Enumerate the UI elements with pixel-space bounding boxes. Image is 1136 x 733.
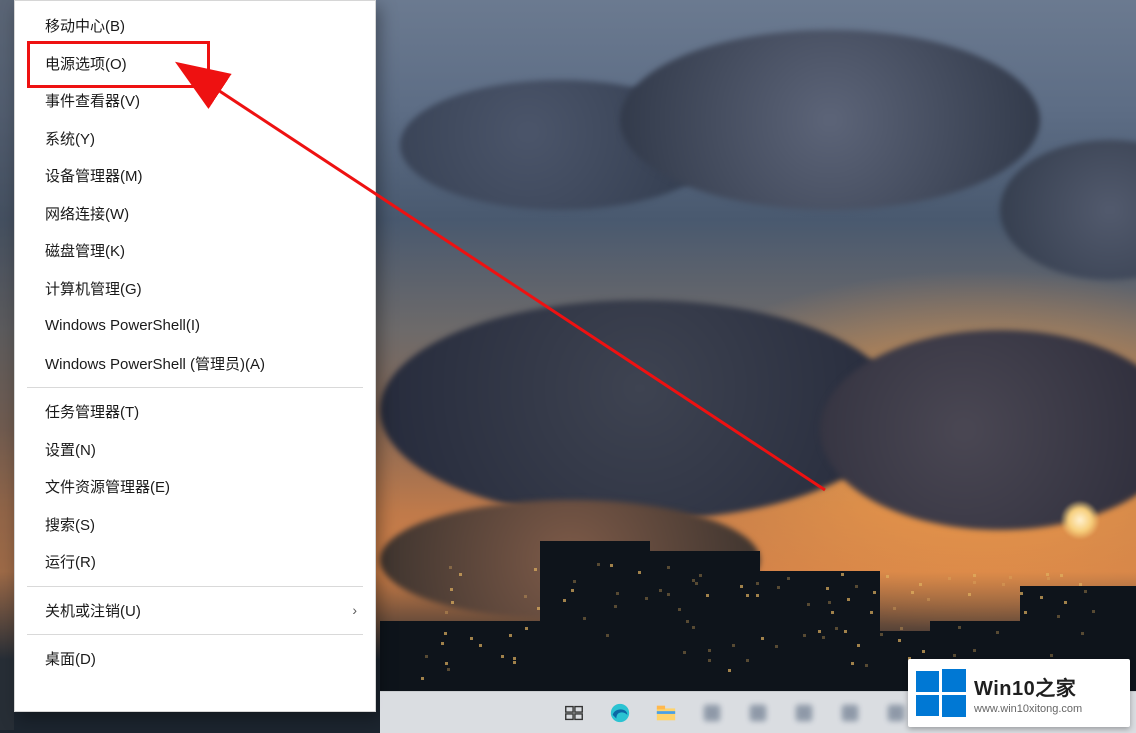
menu-item-power-options[interactable]: 电源选项(O) (15, 45, 375, 83)
sun (1060, 500, 1100, 540)
app-icon (839, 702, 861, 724)
menu-item-disk-management[interactable]: 磁盘管理(K) (15, 232, 375, 270)
menu-item-label: 运行(R) (45, 551, 96, 572)
taskbar-app-4[interactable] (698, 699, 726, 727)
menu-separator (27, 586, 363, 587)
menu-item-computer-management[interactable]: 计算机管理(G) (15, 270, 375, 308)
menu-item-label: 任务管理器(T) (45, 401, 139, 422)
menu-item-label: 设备管理器(M) (45, 165, 143, 186)
chevron-right-icon: › (352, 602, 357, 618)
menu-item-label: 设置(N) (45, 439, 96, 460)
windows-logo-icon (916, 669, 966, 717)
menu-item-label: 文件资源管理器(E) (45, 476, 170, 497)
taskbar-explorer[interactable] (652, 699, 680, 727)
menu-item-system[interactable]: 系统(Y) (15, 120, 375, 158)
cloud (380, 300, 900, 520)
menu-item-label: 桌面(D) (45, 648, 96, 669)
menu-separator (27, 634, 363, 635)
taskbar-app-7[interactable] (836, 699, 864, 727)
menu-item-label: 计算机管理(G) (45, 278, 142, 299)
menu-item-label: 移动中心(B) (45, 15, 125, 36)
edge-icon (609, 702, 631, 724)
menu-item-label: Windows PowerShell(I) (45, 317, 200, 334)
taskbar-task-view[interactable] (560, 699, 588, 727)
watermark-subtitle: www.win10xitong.com (974, 703, 1082, 715)
menu-item-label: 磁盘管理(K) (45, 240, 125, 261)
watermark-title: Win10之家 (974, 672, 1082, 701)
menu-item-label: 关机或注销(U) (45, 600, 141, 621)
menu-item-device-manager[interactable]: 设备管理器(M) (15, 157, 375, 195)
menu-item-label: 搜索(S) (45, 514, 95, 535)
cloud (1000, 140, 1136, 280)
taskbar-app-6[interactable] (790, 699, 818, 727)
app-icon (885, 702, 907, 724)
watermark-badge: Win10之家 www.win10xitong.com (908, 659, 1130, 727)
menu-item-powershell[interactable]: Windows PowerShell(I) (15, 307, 375, 345)
menu-item-network-connections[interactable]: 网络连接(W) (15, 195, 375, 233)
taskbar-app-8[interactable] (882, 699, 910, 727)
menu-item-label: 网络连接(W) (45, 203, 129, 224)
task-view-icon (563, 702, 585, 724)
menu-item-run[interactable]: 运行(R) (15, 543, 375, 581)
app-icon (701, 702, 723, 724)
menu-item-event-viewer[interactable]: 事件查看器(V) (15, 82, 375, 120)
taskbar-app-5[interactable] (744, 699, 772, 727)
menu-item-label: 系统(Y) (45, 128, 95, 149)
app-icon (793, 702, 815, 724)
menu-item-task-manager[interactable]: 任务管理器(T) (15, 393, 375, 431)
menu-item-label: Windows PowerShell (管理员)(A) (45, 353, 265, 374)
menu-item-settings[interactable]: 设置(N) (15, 431, 375, 469)
taskbar-edge[interactable] (606, 699, 634, 727)
cloud (620, 30, 1040, 210)
menu-item-mobility-center[interactable]: 移动中心(B) (15, 7, 375, 45)
menu-item-desktop[interactable]: 桌面(D) (15, 640, 375, 678)
menu-item-file-explorer[interactable]: 文件资源管理器(E) (15, 468, 375, 506)
menu-item-search[interactable]: 搜索(S) (15, 506, 375, 544)
cloud (380, 500, 760, 620)
file-explorer-icon (655, 702, 677, 724)
menu-item-label: 事件查看器(V) (45, 90, 140, 111)
menu-item-powershell-admin[interactable]: Windows PowerShell (管理员)(A) (15, 345, 375, 383)
menu-separator (27, 387, 363, 388)
menu-shadow (0, 0, 14, 730)
winx-context-menu[interactable]: 移动中心(B) 电源选项(O) 事件查看器(V) 系统(Y) 设备管理器(M) 网络连接(… (14, 0, 376, 712)
menu-item-label: 电源选项(O) (45, 53, 127, 74)
menu-item-shutdown-signout[interactable]: 关机或注销(U) › (15, 592, 375, 630)
app-icon (747, 702, 769, 724)
